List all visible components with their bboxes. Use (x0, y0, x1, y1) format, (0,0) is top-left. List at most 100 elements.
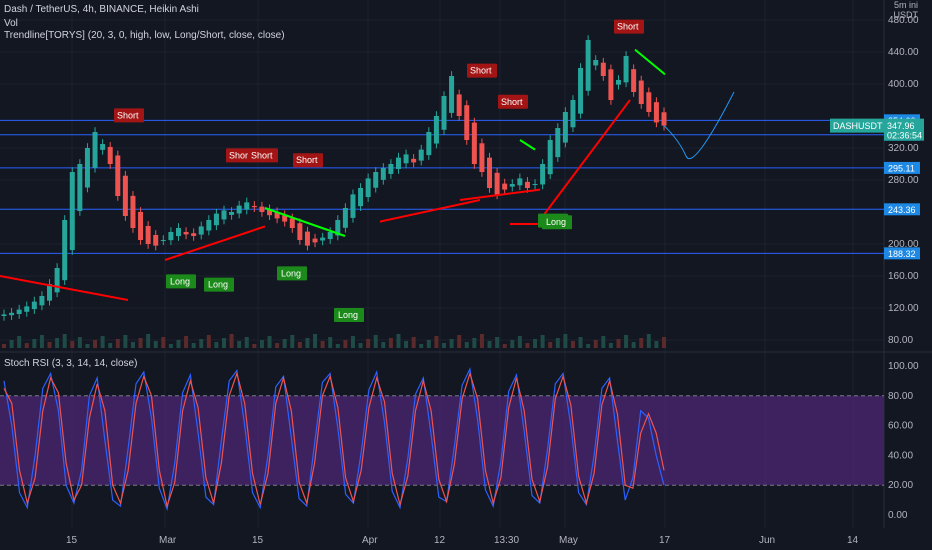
volume-bar (252, 344, 257, 348)
long-badge-label: Long (170, 276, 190, 286)
date-tick-label: 12 (434, 535, 446, 546)
volume-bar (100, 336, 105, 348)
candle-body (213, 213, 219, 226)
corner-info[interactable]: 5m ini USDT (894, 0, 919, 20)
price-tick-label: 160.00 (888, 271, 919, 282)
volume-bar (2, 344, 6, 348)
candle-body (578, 68, 584, 114)
volume-bar (631, 342, 636, 348)
volume-bar (55, 338, 60, 348)
candle-body (92, 132, 98, 168)
candle-body (160, 240, 166, 241)
candle-body (631, 69, 637, 92)
candle-body (661, 112, 667, 126)
candle-body (221, 210, 227, 220)
volume-bar (184, 336, 189, 348)
long-badge-label: Long (338, 310, 358, 320)
price-tick-label: 400.00 (888, 79, 919, 90)
candle-body (615, 80, 621, 85)
volume-bar (290, 335, 295, 348)
volume-bar (381, 342, 386, 348)
volume-bar (479, 334, 484, 348)
volume-bar (108, 343, 113, 348)
volume-bar (130, 342, 135, 348)
candle-body (320, 237, 326, 241)
price-tick-label: 120.00 (888, 303, 919, 314)
volume-bar (434, 336, 439, 348)
volume-bar (138, 338, 143, 348)
candle-body (297, 223, 303, 240)
volume-bar (608, 343, 613, 348)
candle-body (350, 194, 356, 218)
date-tick-label: 13:30 (494, 535, 519, 546)
candle-body (69, 172, 75, 251)
rsi-tick-label: 100.00 (888, 361, 919, 372)
short-badge-label: Short (229, 150, 251, 160)
candle-body (600, 62, 606, 76)
candle-body (130, 195, 136, 228)
volume-bar (464, 342, 469, 348)
volume-bar (548, 342, 553, 348)
volume-bar (662, 337, 666, 348)
candle-body (593, 60, 599, 66)
candle-body (31, 301, 37, 310)
long-badge-label: Long (208, 280, 228, 290)
candle-body (16, 309, 22, 314)
volume-bar (654, 341, 659, 348)
volume-bar (366, 339, 371, 348)
volume-bar (335, 344, 340, 348)
level-tag-label: 243.36 (888, 205, 916, 215)
candle-body (289, 218, 295, 228)
candle-body (646, 92, 652, 112)
candle-body (433, 116, 439, 144)
candle-body (411, 158, 417, 163)
candle-body (1, 314, 7, 316)
candle-body (244, 202, 250, 210)
candle-body (365, 178, 371, 198)
countdown-label: 02:36:54 (887, 131, 922, 141)
candle-body (494, 172, 500, 195)
long-badge-label: Long (546, 217, 566, 227)
volume-bar (24, 343, 29, 348)
volume-label: Vol (4, 18, 18, 29)
volume-bar (32, 339, 37, 348)
volume-bar (153, 341, 158, 348)
candle-body (532, 184, 538, 185)
candle-body (487, 157, 493, 188)
candle-body (502, 183, 508, 190)
candle-body (638, 80, 644, 104)
candle-body (107, 146, 113, 164)
candle-body (100, 144, 106, 150)
candle-body (342, 208, 348, 228)
date-tick-label: 17 (659, 535, 671, 546)
candle-body (653, 102, 659, 123)
volume-bar (146, 334, 151, 348)
price-tick-label: 200.00 (888, 239, 919, 250)
candle-body (191, 233, 197, 236)
interval-label: 5m ini (893, 0, 918, 10)
volume-bar (320, 341, 325, 348)
rsi-tick-label: 40.00 (888, 450, 913, 461)
short-badge-label: Short (617, 22, 639, 32)
volume-bar (510, 340, 515, 348)
volume-bar (297, 342, 302, 348)
candle-body (138, 211, 144, 240)
volume-bar (593, 340, 598, 348)
candle-body (418, 149, 424, 161)
short-badge-label: Short (251, 150, 273, 160)
indicator-label: Trendline[TORYS] (20, 3, 0, high, low, L… (4, 30, 285, 41)
volume-bar (93, 340, 98, 348)
volume-bar (358, 343, 363, 348)
volume-bar (502, 344, 507, 348)
volume-bar (449, 339, 454, 348)
candle-body (623, 56, 629, 83)
volume-bar (9, 340, 14, 348)
trading-chart[interactable]: 354.60336.60295.11243.36188.32DASHUSDT34… (0, 0, 932, 550)
candle-body (373, 172, 379, 188)
candle-body (312, 238, 318, 243)
volume-bar (70, 341, 75, 348)
volume-bar (85, 344, 90, 348)
candle-body (524, 181, 530, 188)
rsi-tick-label: 20.00 (888, 480, 913, 491)
candle-body (198, 226, 204, 235)
